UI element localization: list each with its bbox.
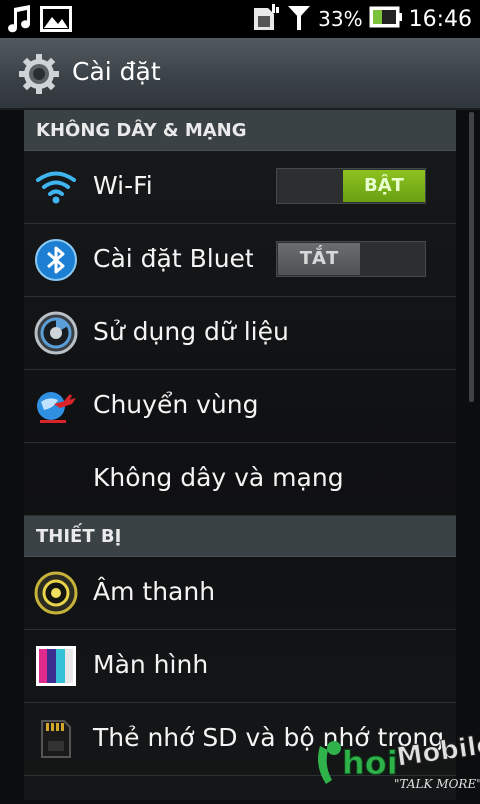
setting-item-sound[interactable]: Âm thanh: [24, 557, 456, 630]
data-usage-icon: [34, 311, 78, 355]
bluetooth-toggle[interactable]: TẮT: [276, 241, 426, 277]
setting-item-roaming[interactable]: Chuyển vùng: [24, 370, 456, 443]
watermark-logo: hoi Mobile "TALK MORE": [312, 726, 480, 800]
section-header-wireless: KHÔNG DÂY & MẠNG: [24, 110, 456, 151]
svg-text:"TALK MORE": "TALK MORE": [394, 777, 480, 791]
scrollbar[interactable]: [469, 112, 474, 402]
settings-gear-icon[interactable]: [18, 53, 60, 95]
wifi-toggle[interactable]: BẬT: [276, 168, 426, 204]
setting-label: Âm thanh: [93, 577, 216, 606]
page-title: Cài đặt: [72, 57, 161, 86]
roaming-icon: [34, 384, 78, 428]
status-bar: 33% 16:46: [0, 0, 480, 38]
setting-item-wifi[interactable]: Wi-Fi BẬT: [24, 151, 456, 224]
wifi-toggle-state: BẬT: [343, 170, 425, 202]
image-icon: [40, 4, 72, 38]
setting-label: Sử dụng dữ liệu: [93, 317, 289, 346]
settings-list: KHÔNG DÂY & MẠNG Wi-Fi BẬT Cài đặt Bluet…: [24, 110, 456, 800]
svg-text:hoi: hoi: [342, 744, 398, 782]
setting-label: Màn hình: [93, 650, 209, 679]
wifi-icon: [34, 165, 78, 209]
sound-icon: [34, 571, 78, 615]
sd-card-icon: [34, 717, 78, 761]
signal-icon: [286, 2, 312, 36]
svg-text:Mobile: Mobile: [395, 730, 480, 773]
setting-label: Không dây và mạng: [93, 463, 344, 492]
clock: 16:46: [408, 6, 472, 32]
music-icon: [4, 4, 34, 38]
bluetooth-toggle-state: TẮT: [278, 243, 360, 275]
action-bar: Cài đặt: [0, 38, 480, 110]
setting-label: Chuyển vùng: [93, 390, 259, 419]
setting-item-data-usage[interactable]: Sử dụng dữ liệu: [24, 297, 456, 370]
section-header-device: THIẾT BỊ: [24, 516, 456, 557]
setting-item-bluetooth[interactable]: Cài đặt Bluetooth TẮT: [24, 224, 456, 297]
battery-icon: [369, 4, 403, 34]
sim-icon: [250, 2, 280, 36]
bluetooth-icon: [34, 238, 78, 282]
setting-item-display[interactable]: Màn hình: [24, 630, 456, 703]
display-icon: [34, 644, 78, 688]
setting-label: Cài đặt Bluetooth: [93, 244, 253, 273]
setting-label: Wi-Fi: [93, 171, 153, 200]
battery-percent: 33%: [318, 7, 363, 31]
setting-item-wireless-more[interactable]: Không dây và mạng: [24, 443, 456, 516]
